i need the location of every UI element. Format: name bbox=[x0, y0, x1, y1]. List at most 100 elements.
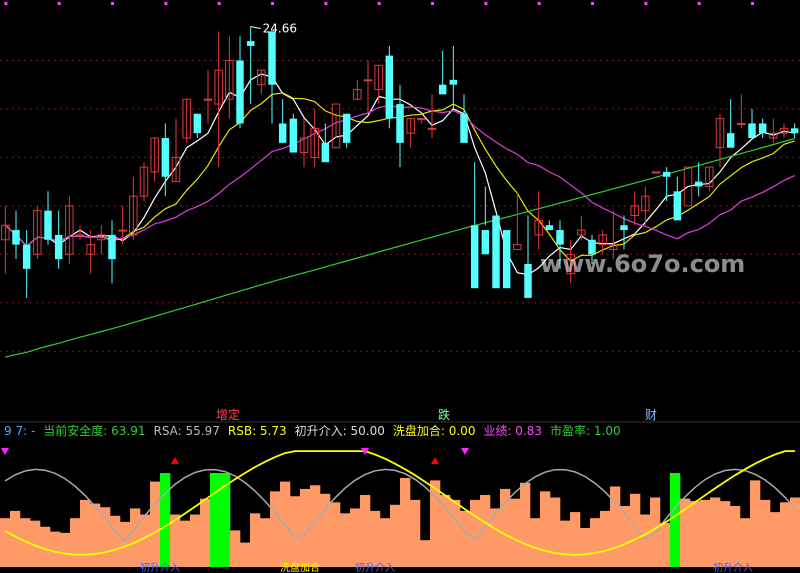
indicator-bar bbox=[0, 518, 11, 567]
indicator-bar bbox=[90, 503, 101, 567]
down-triangle-icon bbox=[1, 448, 9, 455]
indicator-bar bbox=[490, 508, 501, 567]
indicator-bar bbox=[370, 510, 381, 567]
indicator-bar bbox=[750, 480, 761, 567]
top-marker bbox=[271, 2, 274, 5]
candle-body bbox=[417, 118, 426, 121]
indicator-bar bbox=[560, 520, 571, 567]
candle-body bbox=[556, 230, 564, 245]
indicator-header-item: 初升介入: 50.00 bbox=[295, 424, 385, 438]
indicator-prefix: 9 7: - bbox=[4, 424, 35, 438]
candle-body bbox=[694, 181, 703, 187]
candle-body bbox=[524, 264, 532, 298]
indicator-header-item: RSB: 5.73 bbox=[228, 424, 287, 438]
indicator-bar bbox=[720, 501, 731, 567]
candle-body bbox=[449, 79, 458, 85]
candle-body bbox=[278, 123, 287, 143]
up-triangle-icon bbox=[171, 457, 179, 464]
event-label: 增定 bbox=[216, 407, 240, 422]
candle-body bbox=[118, 229, 127, 232]
indicator-header-item: 市盈率: 1.00 bbox=[550, 423, 621, 438]
top-marker bbox=[431, 2, 434, 5]
peak-price-label: 24.66 bbox=[263, 22, 297, 36]
top-marker bbox=[537, 2, 541, 5]
indicator-bar bbox=[470, 499, 481, 567]
candle-body bbox=[726, 133, 735, 148]
candle-body bbox=[790, 128, 799, 134]
indicator-bar bbox=[450, 499, 461, 567]
indicator-bar bbox=[570, 512, 581, 567]
indicator-bar bbox=[80, 499, 91, 567]
top-marker bbox=[217, 2, 221, 5]
indicator-bar bbox=[530, 518, 541, 567]
indicator-bar bbox=[590, 518, 601, 567]
price-grid bbox=[0, 2, 800, 352]
indicator-bar bbox=[260, 518, 271, 567]
candle-body bbox=[470, 225, 479, 289]
bottom-signal-label: 初升介入 bbox=[140, 561, 180, 573]
top-marker bbox=[697, 2, 701, 5]
indicator-bar bbox=[150, 481, 161, 567]
candle-body bbox=[289, 118, 298, 153]
candle-body bbox=[363, 79, 373, 82]
indicator-bar bbox=[350, 508, 361, 567]
candle-body bbox=[321, 142, 330, 163]
candle-body bbox=[427, 127, 437, 130]
indicator-bar bbox=[520, 482, 531, 567]
candle-body bbox=[22, 244, 31, 269]
indicator-bar bbox=[780, 502, 791, 567]
candle-body bbox=[651, 171, 661, 174]
top-marker bbox=[751, 2, 754, 5]
candle-body bbox=[75, 234, 85, 237]
top-marker bbox=[164, 2, 168, 5]
indicator-bar bbox=[240, 542, 251, 567]
candle-body bbox=[492, 215, 500, 289]
ma-line-ma60 bbox=[5, 138, 795, 358]
indicator-bar bbox=[210, 473, 221, 567]
top-marker bbox=[591, 2, 594, 5]
indicator-bar bbox=[390, 504, 401, 567]
indicator-bar bbox=[690, 501, 701, 567]
indicator-bar bbox=[540, 491, 551, 567]
candle-body bbox=[236, 60, 244, 124]
candle-body bbox=[502, 230, 511, 289]
candle-body bbox=[161, 138, 170, 177]
indicator-bar bbox=[460, 510, 471, 567]
indicator-bar bbox=[330, 502, 341, 567]
candle-body bbox=[193, 113, 202, 134]
indicator-bar bbox=[600, 510, 611, 567]
indicator-bar bbox=[360, 495, 371, 567]
indicator-bar bbox=[300, 488, 311, 567]
indicator-bar bbox=[180, 520, 191, 567]
event-label: 跌 bbox=[438, 407, 450, 422]
indicator-header-item: 当前安全度: 63.91 bbox=[43, 423, 145, 438]
indicator-bar bbox=[380, 518, 391, 567]
indicator-bar bbox=[340, 513, 351, 567]
indicator-bar bbox=[270, 491, 281, 567]
indicator-bar bbox=[160, 473, 171, 567]
kline-chart-window: 24.66 www.6o7o.com 增定 跌 财 9 7: - 当前安全度: 63.91… bbox=[0, 0, 800, 573]
indicator-bar bbox=[290, 496, 301, 567]
indicator-header-item: 洗盘加合: 0.00 bbox=[393, 423, 476, 438]
chart-annotations: 24.66 www.6o7o.com 增定 跌 财 bbox=[216, 22, 745, 422]
indicator-bar bbox=[110, 515, 121, 567]
candle-body bbox=[620, 225, 628, 231]
candle-body bbox=[44, 210, 52, 240]
watermark: www.6o7o.com bbox=[540, 250, 745, 278]
indicator-bar bbox=[760, 499, 771, 567]
candle-body bbox=[460, 113, 468, 143]
indicator-bar bbox=[500, 488, 511, 567]
bottom-signal-label: 洗盘加合 bbox=[280, 561, 320, 573]
indicator-header-item: 业绩: 0.83 bbox=[483, 424, 542, 438]
indicator-bar bbox=[740, 518, 751, 567]
indicator-bar bbox=[190, 514, 201, 567]
candle-body bbox=[396, 104, 404, 143]
bottom-signal-label: 初升介入 bbox=[355, 561, 395, 573]
indicator-bar bbox=[420, 540, 431, 567]
top-marker bbox=[484, 2, 488, 5]
candle-body bbox=[203, 98, 213, 101]
top-marker bbox=[111, 2, 114, 5]
indicator-bar bbox=[220, 473, 231, 567]
indicator-bar bbox=[670, 473, 681, 567]
indicator-bar bbox=[440, 495, 451, 567]
